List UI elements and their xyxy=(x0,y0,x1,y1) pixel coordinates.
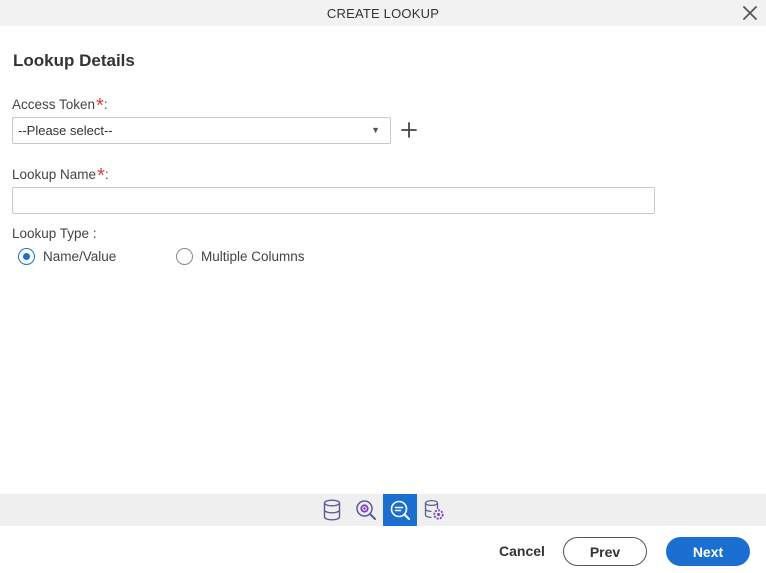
radio-button-checked[interactable] xyxy=(18,248,35,265)
database-icon xyxy=(323,499,341,521)
database-settings-icon xyxy=(424,499,444,520)
step-lookup-details[interactable] xyxy=(383,494,417,526)
required-mark: * xyxy=(96,95,104,117)
close-icon xyxy=(743,6,757,20)
wizard-step-bar xyxy=(0,494,766,526)
dialog-title: CREATE LOOKUP xyxy=(326,5,440,21)
radio-label: Multiple Columns xyxy=(201,249,305,264)
label-colon: : xyxy=(103,97,108,112)
section-title: Lookup Details xyxy=(13,51,135,70)
radio-button[interactable] xyxy=(176,248,193,265)
label-colon: : xyxy=(104,167,109,182)
lookup-name-input[interactable] xyxy=(12,187,655,214)
close-button[interactable] xyxy=(740,3,760,23)
lookup-name-label: Lookup Name*: xyxy=(12,162,109,187)
lookup-settings-icon xyxy=(356,500,376,520)
lookup-type-multiple-columns-option[interactable]: Multiple Columns xyxy=(176,248,305,265)
prev-button[interactable]: Prev xyxy=(563,537,647,566)
step-database-settings[interactable] xyxy=(417,494,451,526)
lookup-type-name-value-option[interactable]: Name/Value xyxy=(18,248,116,265)
plus-icon xyxy=(401,122,417,138)
lookup-name-label-text: Lookup Name xyxy=(12,167,97,182)
access-token-label: Access Token*: xyxy=(12,92,108,117)
access-token-selected-value: --Please select-- xyxy=(18,123,113,138)
access-token-select[interactable]: --Please select-- ▼ xyxy=(12,117,391,144)
lookup-type-label: Lookup Type : xyxy=(12,226,97,241)
dropdown-arrow-icon: ▼ xyxy=(371,125,380,135)
required-mark: * xyxy=(97,165,105,187)
add-access-token-button[interactable] xyxy=(399,120,419,140)
cancel-button[interactable]: Cancel xyxy=(495,540,549,562)
step-lookup-settings[interactable] xyxy=(349,494,383,526)
access-token-label-text: Access Token xyxy=(12,97,96,112)
radio-label: Name/Value xyxy=(43,249,117,264)
dialog-title-bar: CREATE LOOKUP xyxy=(0,0,766,26)
next-button[interactable]: Next xyxy=(666,537,750,566)
step-database[interactable] xyxy=(315,494,349,526)
lookup-search-icon xyxy=(390,500,410,520)
